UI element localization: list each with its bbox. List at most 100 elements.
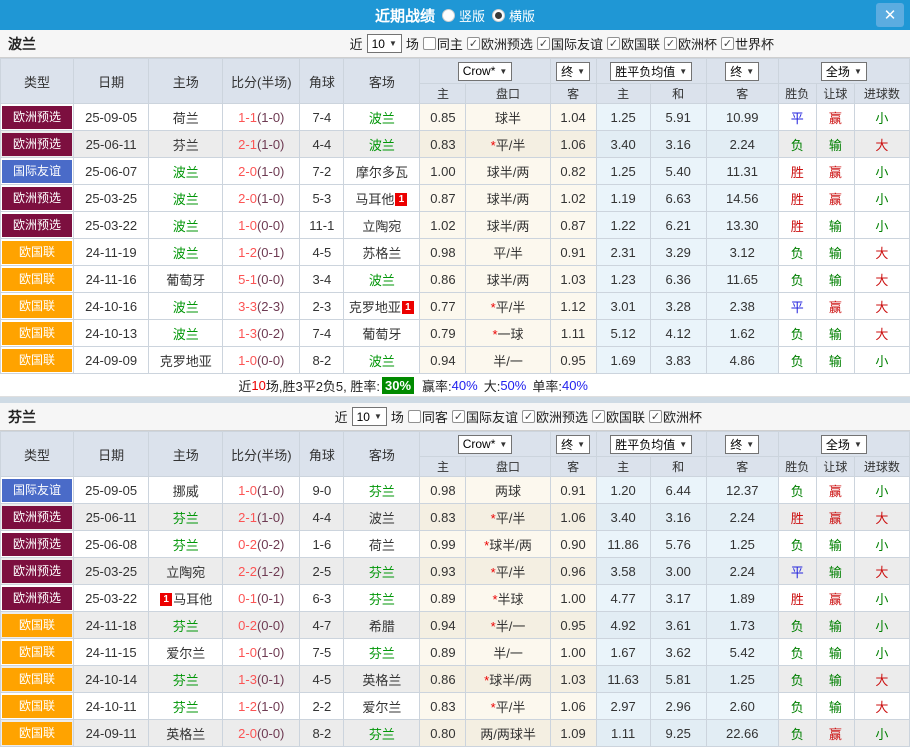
date-cell: 25-09-05 (74, 104, 149, 131)
red-number-badge: 1 (160, 593, 172, 606)
competition-type-cell: 欧洲预选 (1, 212, 74, 239)
away-team-cell: 英格兰 (344, 666, 420, 693)
competition-checkbox[interactable]: ✓欧洲预选 (522, 407, 588, 426)
home-team-cell: 1马耳他 (149, 585, 223, 612)
halftime-score: (0-2) (257, 537, 284, 552)
outcome-result-cell: 负 (778, 266, 816, 293)
competition-checkbox[interactable]: ✓世界杯 (721, 34, 774, 53)
column-subheader: 让球 (816, 84, 854, 104)
crown-home-odds: 0.83 (420, 504, 466, 531)
same-venue-checkbox[interactable]: 同客 (408, 407, 448, 426)
fulltime-score: 2-0 (238, 726, 257, 741)
match-row: 欧国联24-10-14芬兰1-3(0-1)4-5英格兰0.86*球半/两1.03… (1, 666, 910, 693)
score-cell: 1-2(0-1) (223, 239, 300, 266)
handicap-cell: *平/半 (466, 558, 550, 585)
column-subheader: 胜负 (778, 457, 816, 477)
final-mean-select[interactable]: 终▼ (725, 62, 759, 81)
competition-checkbox-label: 国际友谊 (466, 407, 518, 426)
column-header: 日期 (74, 432, 149, 477)
handicap-name: 两/两球半 (480, 727, 536, 742)
halftime-score: (0-2) (257, 326, 284, 341)
mean-home-odds: 1.20 (596, 477, 650, 504)
final-mean-select[interactable]: 终▼ (725, 435, 759, 454)
handicap-name: 球半/两 (487, 219, 530, 234)
match-row: 欧洲预选25-03-22波兰1-0(0-0)11-1立陶宛1.02球半/两0.8… (1, 212, 910, 239)
score-cell: 2-1(1-0) (223, 131, 300, 158)
away-team-cell: 波兰 (344, 504, 420, 531)
handicap-result-cell: 赢 (816, 504, 854, 531)
same-venue-checkbox-label: 同客 (422, 407, 448, 426)
corners-cell: 2-5 (300, 558, 344, 585)
odds-company-select[interactable]: Crow*▼ (458, 435, 513, 454)
crown-home-odds: 0.94 (420, 347, 466, 374)
goals-result-cell: 小 (854, 639, 909, 666)
match-count-select[interactable]: 10▼ (352, 407, 387, 426)
handicap-result-cell: 输 (816, 612, 854, 639)
outcome-result-cell: 平 (778, 293, 816, 320)
competition-checkbox[interactable]: ✓欧洲杯 (664, 34, 717, 53)
competition-type-badge: 欧洲预选 (2, 214, 72, 237)
handicap-cell: 平/半 (466, 239, 550, 266)
goals-result-cell: 小 (854, 347, 909, 374)
crown-home-odds: 0.87 (420, 185, 466, 212)
match-row: 欧洲预选25-03-221马耳他0-1(0-1)6-3芬兰0.89*半球1.00… (1, 585, 910, 612)
header-dropdown-cell: Crow*▼ (420, 59, 550, 84)
column-header: 类型 (1, 59, 74, 104)
fulltime-select[interactable]: 全场▼ (821, 435, 867, 454)
goals-result-cell: 大 (854, 693, 909, 720)
checkbox-icon: ✓ (607, 37, 620, 50)
layout-option-horizontal[interactable]: 横版 (492, 6, 535, 25)
match-count-select[interactable]: 10▼ (367, 34, 402, 53)
mean-odds-select[interactable]: 胜平负均值▼ (610, 62, 692, 81)
crown-home-odds: 0.80 (420, 720, 466, 747)
crown-away-odds: 1.03 (550, 666, 596, 693)
mean-draw-odds: 6.44 (650, 477, 706, 504)
mean-draw-odds: 3.61 (650, 612, 706, 639)
same-venue-checkbox[interactable]: 同主 (423, 34, 463, 53)
crown-home-odds: 0.89 (420, 585, 466, 612)
crown-away-odds: 0.82 (550, 158, 596, 185)
layout-option-vertical[interactable]: 竖版 (442, 6, 485, 25)
handicap-name: 球半/两 (487, 273, 530, 288)
column-subheader: 让球 (816, 457, 854, 477)
mean-odds-select[interactable]: 胜平负均值▼ (610, 435, 692, 454)
games-label: 场 (391, 407, 404, 426)
title-group: 近期战绩 竖版 横版 (375, 5, 535, 26)
handicap-name: 一球 (498, 327, 524, 342)
competition-checkbox[interactable]: ✓国际友谊 (452, 407, 518, 426)
competition-checkbox-label: 欧洲杯 (663, 407, 702, 426)
outcome-result-cell: 负 (778, 693, 816, 720)
away-team-cell-name: 葡萄牙 (362, 327, 401, 342)
fulltime-select[interactable]: 全场▼ (821, 62, 867, 81)
date-cell: 24-09-11 (74, 720, 149, 747)
stat-label: 赢率: (422, 376, 452, 395)
outcome-result-cell: 胜 (778, 212, 816, 239)
competition-checkbox[interactable]: ✓国际友谊 (537, 34, 603, 53)
score-cell: 1-0(0-0) (223, 212, 300, 239)
date-cell: 24-11-19 (74, 239, 149, 266)
mean-away-odds: 2.24 (706, 558, 778, 585)
halftime-score: (1-0) (257, 137, 284, 152)
crown-away-odds: 0.90 (550, 531, 596, 558)
halftime-score: (0-0) (257, 726, 284, 741)
final-odds-select[interactable]: 终▼ (556, 62, 590, 81)
column-header: 比分(半场) (223, 432, 300, 477)
handicap-cell: 球半/两 (466, 212, 550, 239)
odds-company-select[interactable]: Crow*▼ (458, 62, 513, 81)
competition-checkbox[interactable]: ✓欧国联 (607, 34, 660, 53)
caret-down-icon: ▼ (389, 39, 397, 48)
corners-cell: 4-4 (300, 131, 344, 158)
final-odds-select[interactable]: 终▼ (556, 435, 590, 454)
competition-checkbox[interactable]: ✓欧国联 (592, 407, 645, 426)
competition-type-cell: 国际友谊 (1, 158, 74, 185)
close-icon[interactable]: ✕ (876, 3, 904, 27)
competition-type-badge: 欧洲预选 (2, 560, 72, 583)
mean-home-odds: 1.11 (596, 720, 650, 747)
score-cell: 1-0(1-0) (223, 639, 300, 666)
competition-checkbox[interactable]: ✓欧洲杯 (649, 407, 702, 426)
home-team-cell-name: 芬兰 (173, 673, 199, 688)
competition-checkbox[interactable]: ✓欧洲预选 (467, 34, 533, 53)
corners-cell: 11-1 (300, 212, 344, 239)
halftime-score: (1-0) (257, 483, 284, 498)
competition-checkbox-label: 欧洲预选 (481, 34, 533, 53)
